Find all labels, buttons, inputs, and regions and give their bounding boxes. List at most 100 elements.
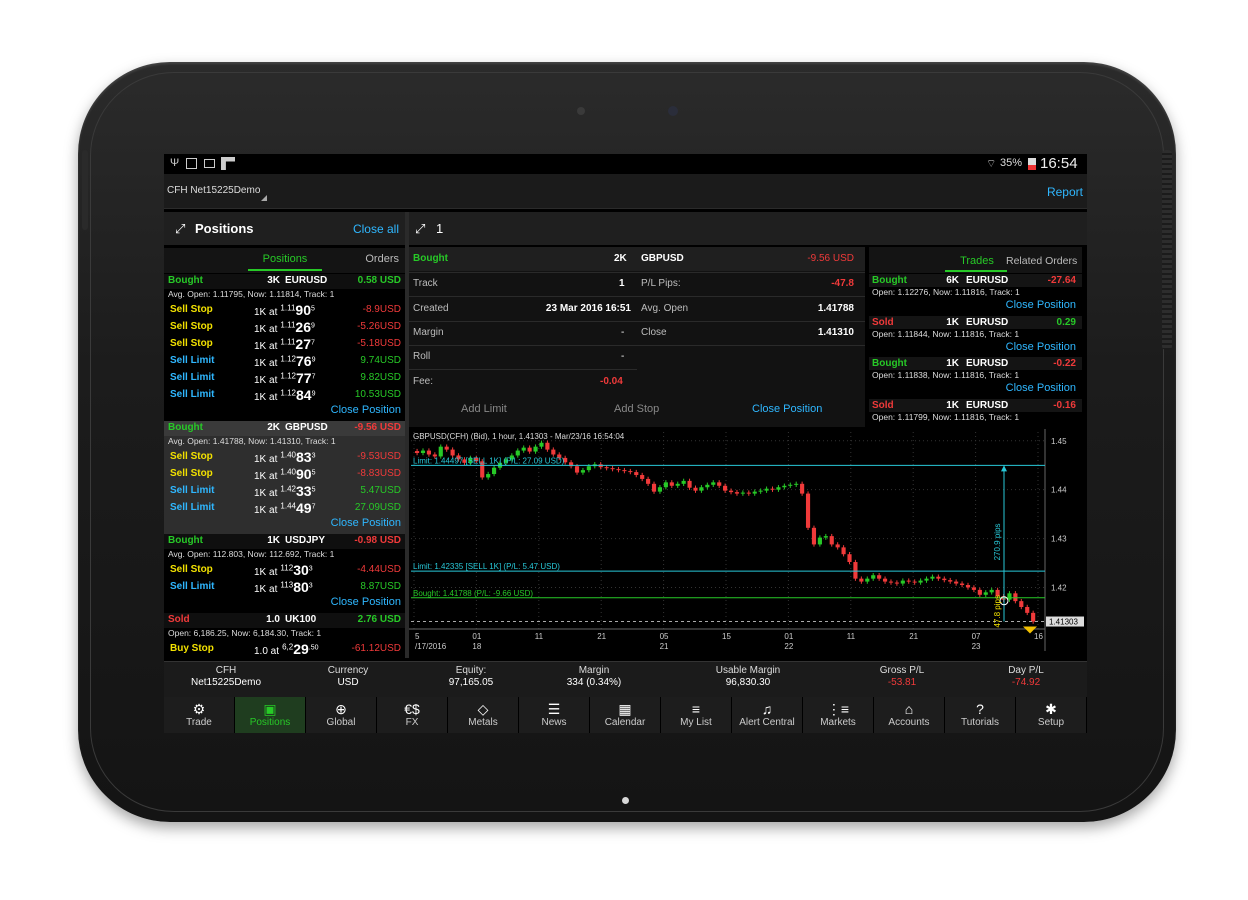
tab-related-orders[interactable]: Related Orders (1006, 255, 1077, 267)
candle-body (699, 487, 704, 491)
row-divider (409, 345, 865, 346)
account-selector[interactable]: CFH Net15225Demo (167, 185, 260, 196)
trade-item[interactable]: Bought 1K EURUSD -0.22 Open: 1.11838, Now: 1… (869, 357, 1082, 398)
add-stop-button[interactable]: Add Stop (614, 403, 659, 415)
candle-body (450, 449, 455, 456)
order-price-fraction: 9 (311, 390, 316, 398)
order-price: 1K at 1.11269 (254, 319, 315, 335)
candle-body (675, 483, 680, 486)
fee-value: -0.04 (600, 376, 623, 387)
image-icon (204, 159, 215, 168)
tab-trades[interactable]: Trades (953, 255, 1001, 267)
x-tick-label: 01 (472, 632, 481, 641)
position-group[interactable]: Bought 3K EURUSD 0.58 USD Avg. Open: 1.11795… (164, 274, 405, 421)
tab-label: Calendar (604, 717, 646, 728)
tab-alert-central[interactable]: ♫ Alert Central (732, 697, 803, 733)
trade-item[interactable]: Bought 6K EURUSD -27.64 Open: 1.12276, Now: … (869, 274, 1082, 315)
candle-body (782, 485, 787, 488)
candle-body (717, 482, 722, 486)
track-value: 1 (619, 278, 625, 289)
order-row[interactable]: Sell Stop 1K at 1.11269 -5.26USD (164, 319, 405, 336)
x-tick-label: 05 (660, 632, 669, 641)
sensor-dot (577, 107, 585, 115)
candle-body (580, 470, 586, 473)
price-chart[interactable]: 5/17/2016 01 18 11 21 05 21 15 01 22 11 21 07 23 16 1.4… (409, 429, 1087, 658)
order-price-major: 1.12 (280, 388, 296, 398)
order-row[interactable]: Sell Limit 1K at 113803 8.87USD (164, 579, 405, 596)
position-group[interactable]: Bought 1K USDJPY -0.98 USD Avg. Open: 112.80… (164, 534, 405, 613)
tab-accounts[interactable]: ⌂ Accounts (874, 697, 945, 733)
tab-fx[interactable]: €$ FX (377, 697, 448, 733)
order-row[interactable]: Sell Stop 1K at 1.11905 -8.9USD (164, 302, 405, 319)
close-position-button[interactable]: Close Position (331, 517, 401, 529)
trade-item[interactable]: Sold 1K EURUSD -0.16 Open: 1.11799, Now: 1.1… (869, 398, 1082, 428)
order-row[interactable]: Sell Stop 1K at 112303 -4.44USD (164, 562, 405, 579)
expand-detail-icon[interactable]: ⤢ (415, 221, 425, 237)
summary-item: CFH Net15225Demo (166, 665, 286, 689)
candle-body (1031, 612, 1036, 622)
close-position-button[interactable]: Close Position (331, 404, 401, 416)
expand-icon[interactable]: ⤢ (175, 221, 185, 237)
close-all-button[interactable]: Close all (353, 222, 399, 236)
order-row[interactable]: Sell Stop 1K at 1.40905 -8.83USD (164, 466, 405, 483)
order-row[interactable]: Sell Limit 1K at 1.12777 9.82USD (164, 370, 405, 387)
position-header: Sold 1.0 UK100 2.76 USD (164, 613, 405, 628)
globe-icon: ⊕ (335, 701, 347, 717)
account-summary-bar: CFH Net15225Demo Currency USD Equity: 97,165.… (164, 661, 1087, 698)
trade-close-position-button[interactable]: Close Position (1006, 341, 1076, 353)
tab-orders[interactable]: Orders (365, 253, 399, 265)
position-pl: -9.56 USD (354, 422, 401, 433)
y-tick-label: 1.42 (1051, 583, 1067, 592)
tab-news[interactable]: ☰ News (519, 697, 590, 733)
candle-body (426, 450, 431, 455)
tab-positions[interactable]: ▣ Positions (235, 697, 306, 733)
tab-my-list[interactable]: ≡ My List (661, 697, 732, 733)
order-row[interactable]: Sell Stop 1K at 1.11277 -5.18USD (164, 336, 405, 353)
close-label: Close (641, 327, 667, 338)
wifi-icon: ⌔ (986, 158, 997, 170)
order-price-major: 1.11 (280, 320, 296, 330)
order-price-pips: 27 (295, 336, 311, 352)
y-tick-label: 1.45 (1051, 437, 1067, 446)
add-limit-button[interactable]: Add Limit (461, 403, 507, 415)
order-row[interactable]: Sell Limit 1K at 1.44497 27.09USD (164, 500, 405, 517)
tab-markets[interactable]: ⋮≡ Markets (803, 697, 874, 733)
tab-global[interactable]: ⊕ Global (306, 697, 377, 733)
tab-calendar[interactable]: ▦ Calendar (590, 697, 661, 733)
order-pl: 8.87USD (360, 581, 401, 592)
candle-body (1007, 593, 1012, 600)
candle-body (871, 575, 876, 579)
position-group[interactable]: Bought 2K GBPUSD -9.56 USD Avg. Open: 1.4178… (164, 421, 405, 534)
candle-body (752, 491, 757, 494)
order-type: Sell Limit (170, 502, 215, 513)
trade-close-position-button[interactable]: Close Position (1006, 299, 1076, 311)
created-label: Created (413, 303, 449, 314)
close-position-button[interactable]: Close Position (331, 596, 401, 608)
tab-metals[interactable]: ◇ Metals (448, 697, 519, 733)
report-button[interactable]: Report (1047, 185, 1083, 199)
tab-positions[interactable]: Positions (248, 253, 322, 265)
order-row[interactable]: Sell Limit 1K at 1.42335 5.47USD (164, 483, 405, 500)
trade-close-position-button[interactable]: Close Position (1006, 382, 1076, 394)
candle-body (539, 442, 544, 447)
position-group[interactable]: Sold 1.0 UK100 2.76 USD Open: 6,186.25, Now:… (164, 613, 405, 658)
candle-body (420, 450, 426, 454)
tab-trade[interactable]: ⚙ Trade (164, 697, 235, 733)
tab-tutorials[interactable]: ? Tutorials (945, 697, 1016, 733)
x-tick-label-secondary: /17/2016 (415, 642, 447, 651)
trade-qty: 6K (946, 275, 959, 286)
close-value: 1.41310 (817, 327, 854, 338)
order-row[interactable]: Sell Limit 1K at 1.12849 10.53USD (164, 387, 405, 404)
order-amount: 1.0 at (254, 646, 280, 657)
report-label: Report (1046, 185, 1083, 199)
usb-icon: Ψ (170, 157, 180, 169)
order-price-fraction: 7 (311, 373, 316, 381)
detail-close-position-button[interactable]: Close Position (752, 403, 822, 415)
trade-item[interactable]: Sold 1K EURUSD 0.29 Open: 1.11844, Now: 1.11… (869, 315, 1082, 357)
order-row[interactable]: Sell Limit 1K at 1.12769 9.74USD (164, 353, 405, 370)
tab-setup[interactable]: ✱ Setup (1016, 697, 1087, 733)
order-row[interactable]: Sell Stop 1K at 1.40833 -9.53USD (164, 449, 405, 466)
order-row[interactable]: Buy Stop 1.0 at 6,229.50 -61.12USD (164, 641, 405, 658)
candle-body (486, 474, 491, 478)
trade-pl: -0.22 (1053, 358, 1076, 369)
